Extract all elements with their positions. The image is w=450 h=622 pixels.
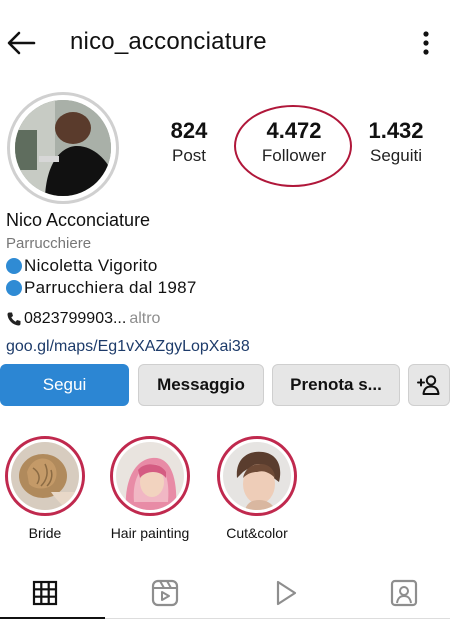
back-arrow-icon[interactable]: [6, 30, 36, 56]
followers-stat[interactable]: 4.472 Follower: [244, 118, 344, 168]
following-stat[interactable]: 1.432 Seguiti: [346, 118, 446, 168]
highlight-ring: [5, 436, 85, 516]
bio-line-text: Parrucchiera dal 1987: [24, 278, 197, 297]
story-highlight-hair-painting[interactable]: Hair painting: [105, 436, 195, 541]
profile-tabs: [0, 570, 450, 622]
posts-label: Post: [171, 146, 207, 165]
following-label: Seguiti: [370, 146, 422, 165]
highlight-label: Hair painting: [110, 525, 190, 541]
followers-label: Follower: [261, 146, 327, 165]
more-link[interactable]: altro: [129, 308, 160, 330]
message-button[interactable]: Messaggio: [138, 364, 264, 406]
highlight-label: Cut&color: [226, 525, 288, 541]
followers-count: 4.472: [266, 118, 322, 143]
highlight-cover: [223, 442, 291, 510]
posts-stat[interactable]: 824 Post: [139, 118, 239, 168]
blue-circle-icon: [6, 258, 22, 274]
profile-bio: Nico Acconciature Parrucchiere Nicoletta…: [6, 208, 446, 358]
tagged-icon[interactable]: [387, 576, 421, 610]
highlight-cover: [116, 442, 184, 510]
avatar-photo: [15, 100, 111, 196]
add-user-button[interactable]: [408, 364, 450, 406]
highlight-ring: [110, 436, 190, 516]
category-label: Parrucchiere: [6, 235, 92, 252]
follow-button[interactable]: Segui: [0, 364, 129, 406]
phone-icon: [7, 312, 21, 326]
posts-count: 824: [170, 118, 208, 143]
top-bar: nico_acconciature: [0, 0, 450, 84]
highlight-ring: [217, 436, 297, 516]
reels-icon[interactable]: [148, 576, 182, 610]
tab-divider: [105, 618, 450, 619]
phone-number: 0823799903...: [24, 310, 127, 327]
active-tab-indicator: [0, 617, 105, 619]
grid-icon[interactable]: [28, 576, 62, 610]
blue-circle-icon: [6, 280, 22, 296]
more-vertical-icon[interactable]: [416, 28, 436, 58]
bio-line-text: Nicoletta Vigorito: [24, 256, 158, 275]
profile-avatar[interactable]: [7, 92, 119, 204]
bio-line: Parrucchiera dal 1987: [6, 277, 446, 299]
highlight-cover: [11, 442, 79, 510]
highlight-label: Bride: [28, 525, 62, 541]
bio-line: Nicoletta Vigorito: [6, 255, 446, 277]
following-count: 1.432: [368, 118, 424, 143]
story-highlight-bride[interactable]: Bride: [0, 436, 90, 541]
story-highlight-cut-color[interactable]: Cut&color: [212, 436, 302, 541]
bio-phone: 0823799903... altro: [6, 308, 446, 330]
profile-username: nico_acconciature: [70, 28, 267, 55]
add-user-icon: [417, 375, 440, 395]
book-button[interactable]: Prenota s...: [272, 364, 400, 406]
video-play-icon[interactable]: [268, 576, 302, 610]
website-link[interactable]: goo.gl/maps/Eg1vXAZgyLopXai38: [6, 336, 446, 358]
display-name: Nico Acconciature: [6, 210, 151, 230]
